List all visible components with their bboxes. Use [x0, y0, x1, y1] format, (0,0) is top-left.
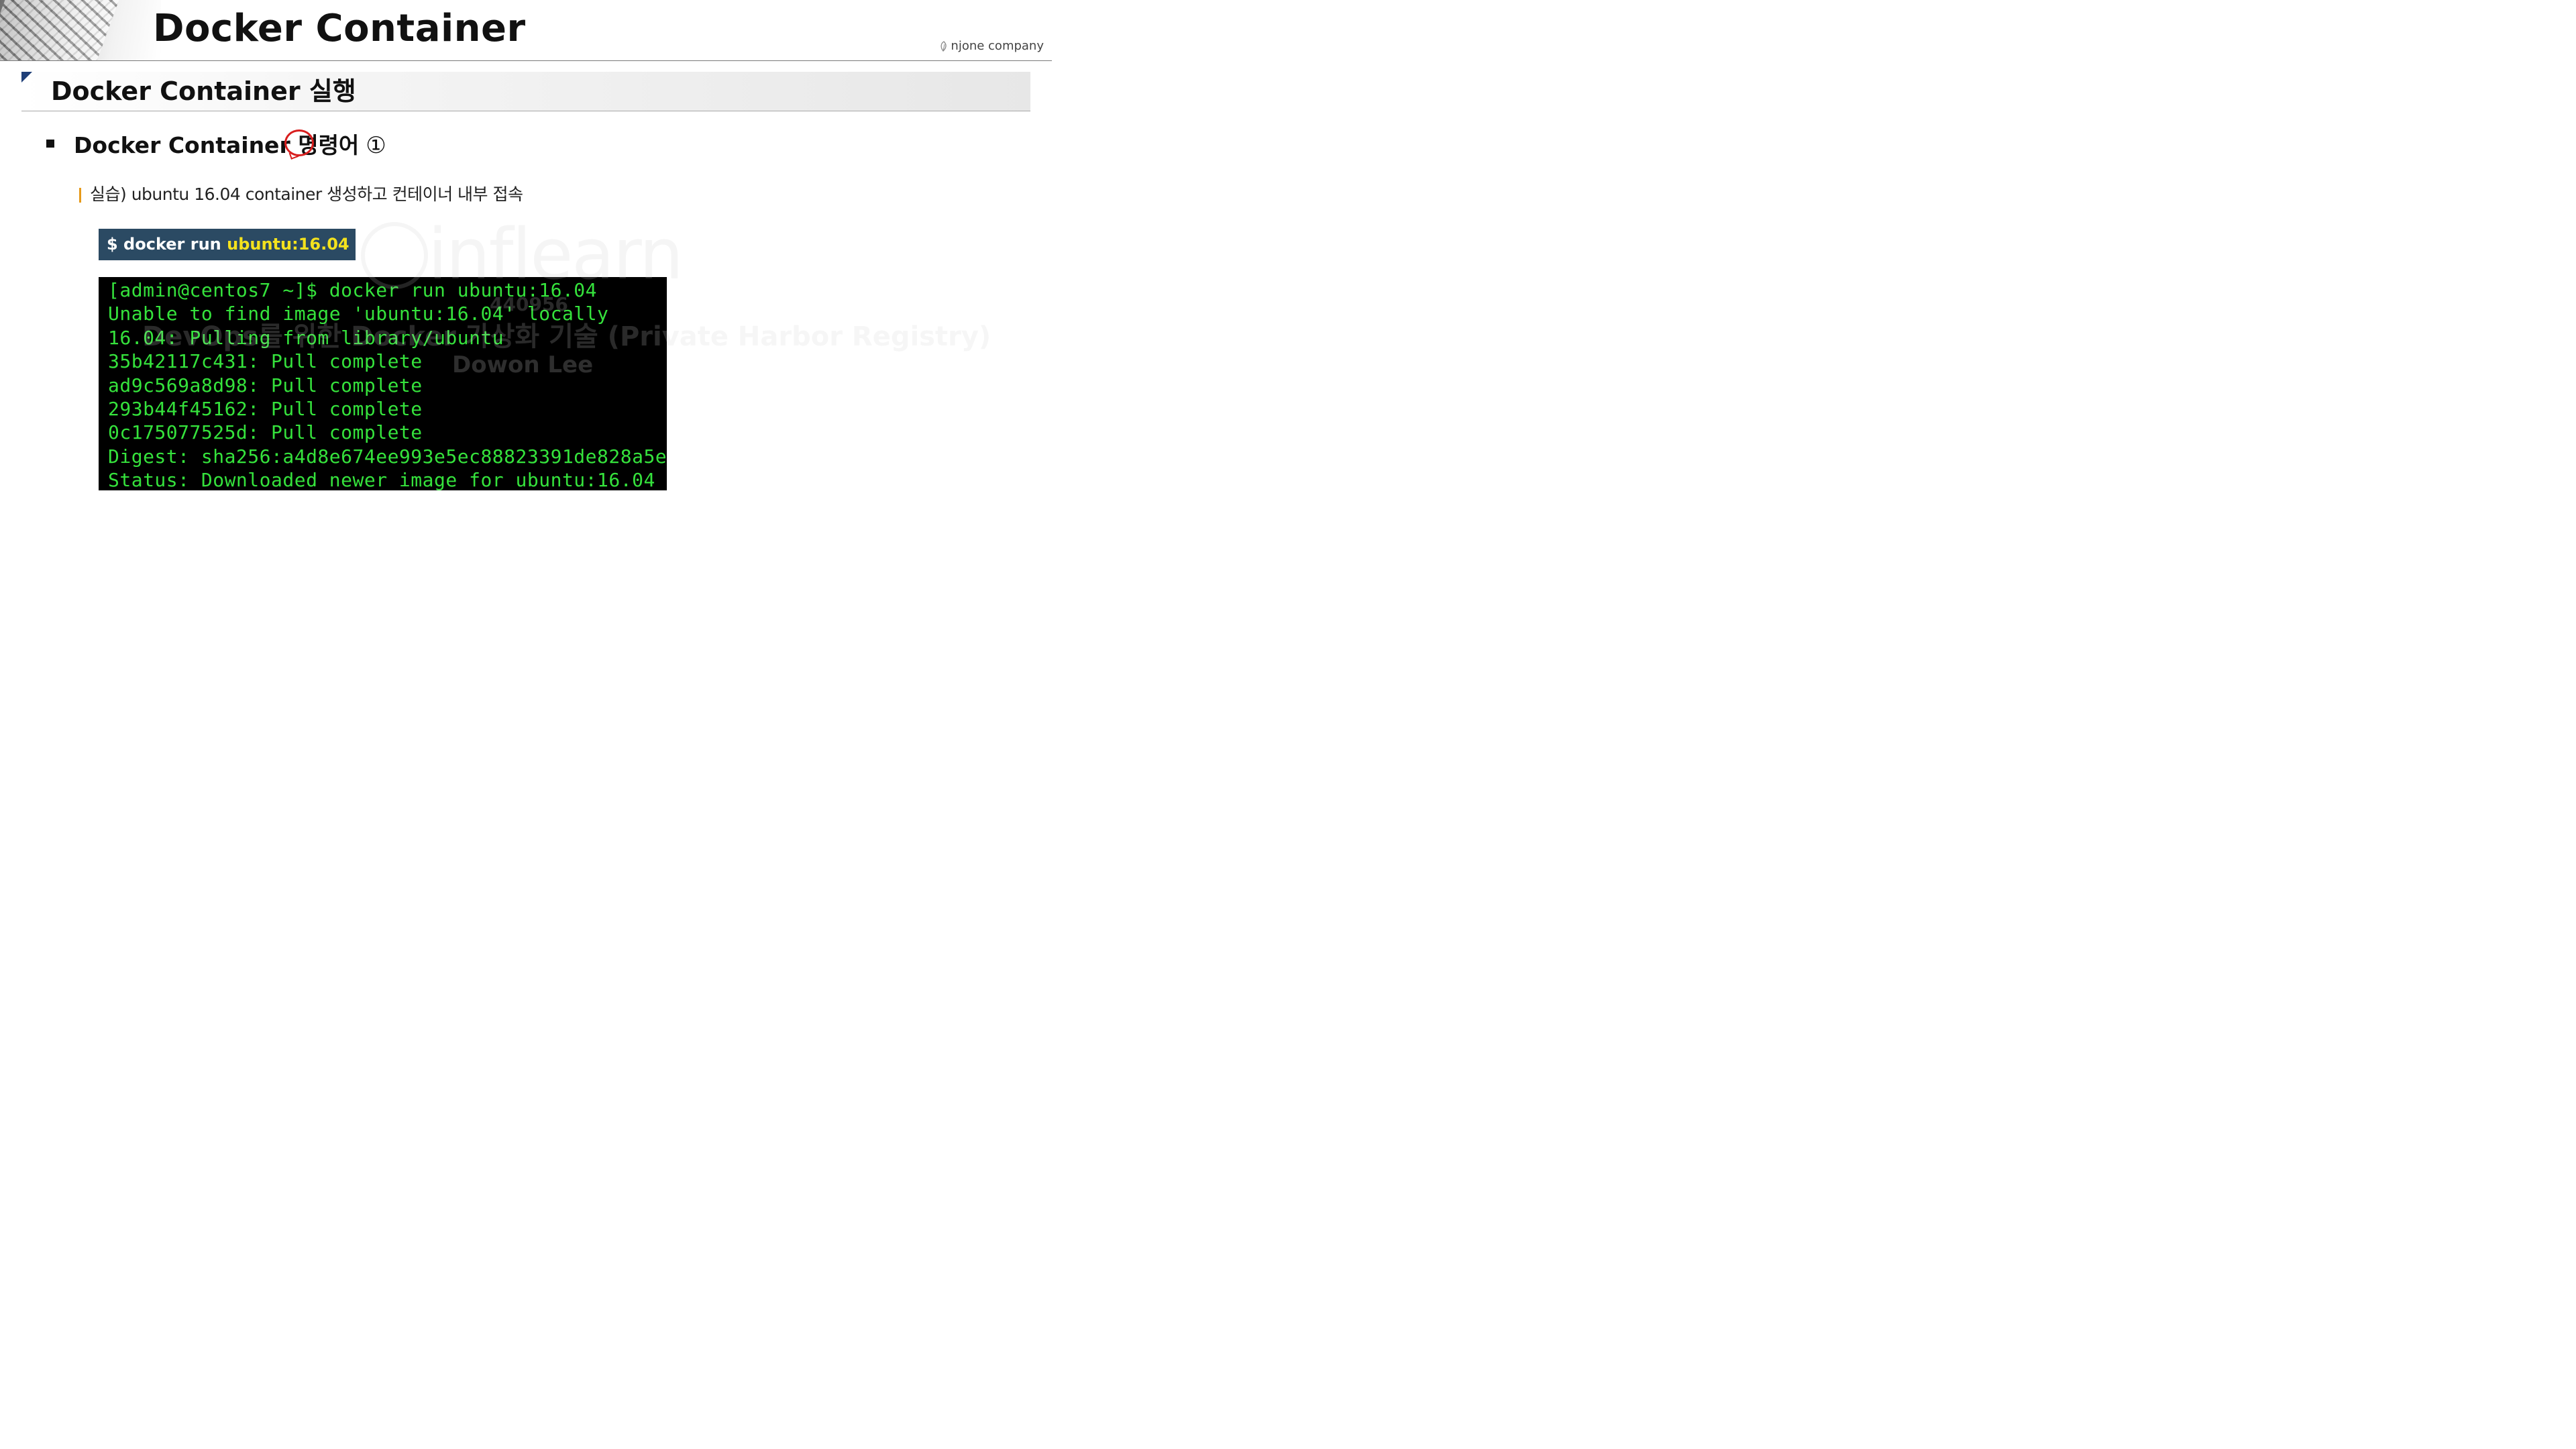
terminal-line: Digest: sha256:a4d8e674ee993e5ec88823391…: [108, 445, 667, 468]
terminal-line: 0c175077525d: Pull complete: [108, 421, 423, 444]
red-circle-annotation-icon: [284, 129, 314, 156]
keyboard-keys-decoration: [0, 0, 122, 60]
terminal-screenshot: [admin@centos7 ~]$ docker run ubuntu:16.…: [99, 277, 667, 490]
terminal-line: ad9c569a8d98: Pull complete: [108, 374, 423, 396]
terminal-line: Unable to find image 'ubuntu:16.04' loca…: [108, 303, 609, 325]
slide-title: Docker Container: [153, 7, 526, 50]
circled-number: ①: [366, 132, 386, 159]
brand-name: njone company: [951, 39, 1044, 53]
command-box: $ docker run ubuntu:16.04: [99, 229, 356, 260]
leaf-logo-icon: [939, 40, 949, 52]
terminal-line: 35b42117c431: Pull complete: [108, 350, 423, 373]
slide-header: Docker Container njone company: [0, 0, 1052, 62]
header-divider: [0, 60, 1052, 61]
terminal-line: 16.04: Pulling from library/ubuntu: [108, 326, 504, 349]
sub-bullet-bar-icon: [79, 188, 81, 203]
section-title: Docker Container 실행: [51, 76, 356, 106]
keyboard-thumbnail-image: [0, 0, 161, 60]
terminal-line: [admin@centos7 ~]$ docker run ubuntu:16.…: [108, 279, 598, 301]
terminal-line: Status: Downloaded newer image for ubunt…: [108, 469, 655, 490]
brand-logo: njone company: [939, 39, 1044, 53]
corner-accent-icon: [21, 72, 32, 83]
terminal-line: 293b44f45162: Pull complete: [108, 398, 423, 421]
command-prefix: $ docker run: [107, 235, 227, 254]
bullet-heading-text: Docker Container 명령어: [74, 132, 360, 158]
bullet-square-icon: [46, 140, 54, 148]
bullet-heading: Docker Container 명령어 ①: [74, 131, 386, 160]
command-argument: ubuntu:16.04: [227, 235, 350, 254]
section-title-bar: Docker Container 실행: [21, 72, 1030, 111]
subitem-text: 실습) ubuntu 16.04 container 생성하고 컨테이너 내부 …: [90, 184, 523, 204]
